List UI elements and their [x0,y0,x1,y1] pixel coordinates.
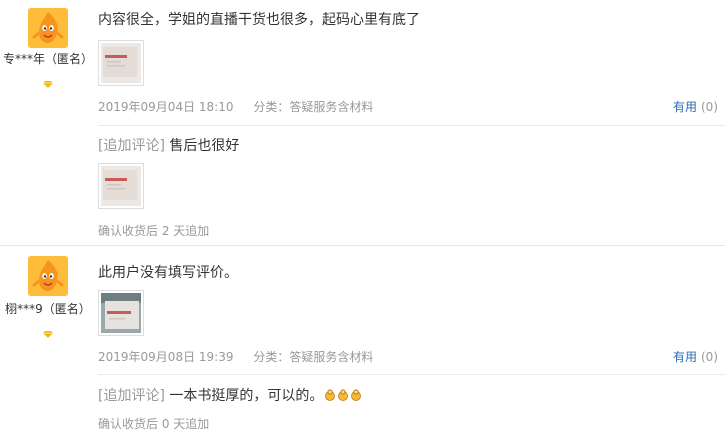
review-content: 内容很全，学姐的直播干货也很多，起码心里有底了 2019年09月04日 18:1… [98,0,725,245]
review-category: 分类：答疑服务含材料 [253,350,374,364]
mascot-avatar-icon [28,256,68,296]
reviewer-name: 专***年（匿名） [2,52,93,66]
mascot-avatar-icon [28,8,68,48]
useful-vote: 有用 (0) [673,98,718,115]
review-item: 专***年（匿名） 内容很全，学姐的直播干货也很多，起码心里有底了 2019年0… [0,0,725,245]
ok-hand-icon [337,388,349,402]
comment-text: 内容很全，学姐的直播干货也很多，起码心里有底了 [98,12,420,28]
review-date: 2019年09月08日 19:39 [98,350,234,364]
useful-button[interactable]: 有用 [673,350,697,364]
useful-count: (0) [701,350,718,364]
append-comment: [追加评论] 售后也很好 [98,135,239,155]
append-text: 售后也很好 [169,138,240,154]
append-tag: [追加评论] [98,388,165,404]
review-category: 分类：答疑服务含材料 [253,100,374,114]
review-meta: 2019年09月04日 18:10 分类：答疑服务含材料 [98,98,373,115]
useful-button[interactable]: 有用 [673,100,697,114]
review-content: 此用户没有填写评价。 2019年09月08日 19:39 分类：答疑服务含材料 … [98,246,725,434]
useful-vote: 有用 (0) [673,348,718,365]
review-photo[interactable] [98,290,144,336]
ok-hand-icon [324,388,336,402]
append-divider [98,374,725,375]
diamond-icon [43,323,53,338]
append-note: 确认收货后 2 天追加 [98,224,210,238]
ok-hand-icon [350,388,362,402]
append-tag: [追加评论] [98,138,165,154]
append-note: 确认收货后 0 天追加 [98,417,210,431]
review-item: 栩***9（匿名） 此用户没有填写评价。 2019年09月08日 19:39 分… [0,246,725,434]
useful-count: (0) [701,100,718,114]
review-photo[interactable] [98,40,144,86]
append-photo[interactable] [98,163,144,209]
append-divider [98,125,725,126]
reviewer-name: 栩***9（匿名） [5,302,91,316]
review-meta: 2019年09月08日 19:39 分类：答疑服务含材料 [98,348,373,365]
diamond-icon [43,73,53,88]
comment-text: 此用户没有填写评价。 [98,265,238,281]
append-text: 一本书挺厚的，可以的。 [169,388,324,404]
review-date: 2019年09月04日 18:10 [98,100,234,114]
append-comment: [追加评论] 一本书挺厚的，可以的。 [98,385,362,405]
